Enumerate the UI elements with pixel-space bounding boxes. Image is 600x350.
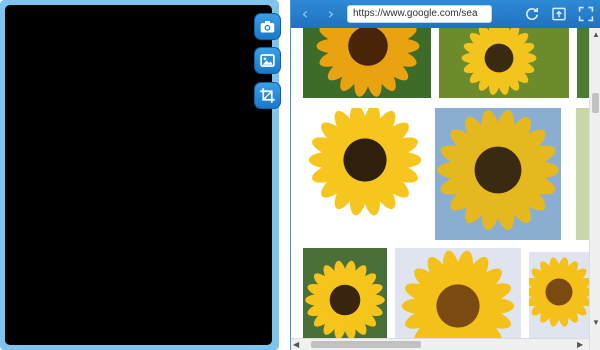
crop-icon — [260, 88, 275, 103]
camera-frame — [0, 0, 279, 350]
camera-icon — [260, 20, 275, 33]
capture-button[interactable] — [254, 13, 281, 40]
refresh-icon — [526, 8, 538, 21]
camera-preview — [5, 5, 272, 345]
image-results — [291, 28, 589, 338]
refresh-button[interactable] — [523, 5, 541, 23]
horizontal-scrollbar[interactable]: ◀ ▶ — [291, 338, 589, 350]
upload-icon — [552, 7, 566, 21]
sunflower-result-7[interactable] — [303, 248, 387, 338]
address-bar[interactable]: https://www.google.com/sea — [347, 5, 492, 23]
scroll-left-arrow[interactable]: ◀ — [293, 339, 299, 350]
fullscreen-button[interactable] — [577, 5, 595, 23]
scroll-right-arrow[interactable]: ▶ — [577, 339, 583, 350]
image-icon — [260, 54, 275, 67]
vertical-scrollbar[interactable]: ▲ ▼ — [589, 28, 600, 350]
sunflower-result-8[interactable] — [529, 252, 589, 338]
browser-pane: ‹ › https://www.google.com/sea ▲ ▼ ◀ ▶ — [290, 0, 600, 350]
sunflower-result-1[interactable] — [303, 28, 431, 98]
browser-toolbar: ‹ › https://www.google.com/sea — [291, 0, 600, 28]
sunflower-result-5[interactable] — [435, 108, 561, 240]
image-button[interactable] — [254, 47, 281, 74]
scroll-up-arrow[interactable]: ▲ — [591, 30, 600, 40]
crop-button[interactable] — [254, 82, 281, 109]
sunflower-result-6[interactable] — [576, 108, 589, 240]
app-window: ‹ › https://www.google.com/sea ▲ ▼ ◀ ▶ — [0, 0, 600, 350]
sunflower-result-3[interactable] — [577, 28, 589, 98]
sunflower-result-4[interactable] — [303, 108, 427, 240]
sunflower-result-2[interactable] — [439, 28, 569, 98]
sunflower-result-8[interactable] — [395, 248, 521, 338]
back-button[interactable]: ‹ — [297, 6, 313, 22]
fullscreen-icon — [578, 6, 594, 22]
scrollbar-thumb[interactable] — [592, 93, 599, 113]
upload-button[interactable] — [550, 5, 568, 23]
forward-button[interactable]: › — [323, 6, 339, 22]
horizontal-scrollbar-thumb[interactable] — [311, 341, 421, 348]
scroll-down-arrow[interactable]: ▼ — [591, 318, 600, 328]
